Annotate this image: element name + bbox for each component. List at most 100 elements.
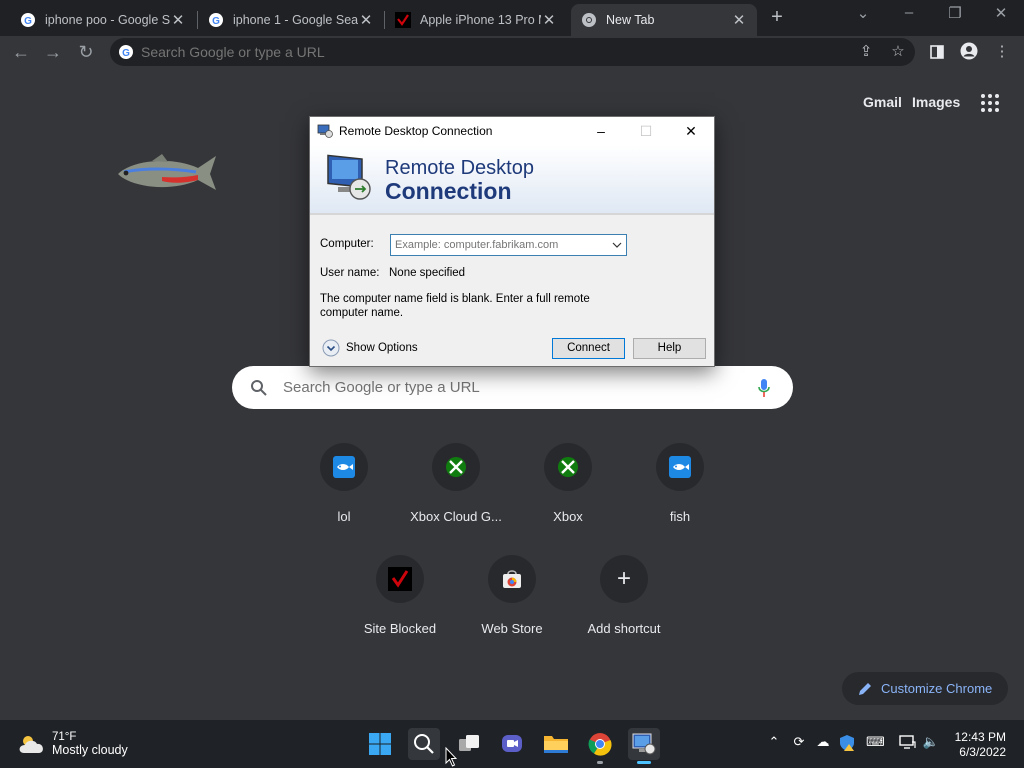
reload-icon[interactable]: ↻ [75,41,97,63]
display-icon[interactable] [898,734,916,752]
clock-date: 6/3/2022 [959,745,1006,759]
minimize-icon[interactable]: – [897,4,921,21]
shortcut-tile[interactable]: Xbox Cloud G... [400,443,512,543]
google-icon: G [118,44,134,60]
task-view-icon [459,735,479,751]
shortcut-tile[interactable]: Site Blocked [344,555,456,655]
remote-desktop-icon [317,124,333,138]
connect-button[interactable]: Connect [552,338,625,359]
tab-iphone-poo[interactable]: G iphone poo - Google Search ✕ [10,4,196,36]
computer-combobox[interactable] [390,234,627,256]
security-shield-icon[interactable] [838,734,856,752]
search-icon [251,379,267,396]
computer-label: Computer: [320,238,374,250]
remote-desktop-icon [632,733,656,755]
task-view-button[interactable] [453,728,485,760]
tab-strip: G iphone poo - Google Search ✕ G iphone … [0,0,1024,36]
tab-close-icon[interactable]: ✕ [170,11,186,29]
shortcut-tile[interactable]: Xbox [512,443,624,543]
shortcut-icon-circle: + [600,555,648,603]
tab-title: Apple iPhone 13 Pro Max [420,13,541,27]
verizon-icon [395,12,411,28]
search-icon [414,734,434,754]
volume-icon[interactable]: 🔈 [922,734,940,752]
google-icon: G [20,12,36,28]
taskbar-search-button[interactable] [408,728,440,760]
keyboard-icon[interactable]: ⌨ [866,734,885,752]
chevron-down-icon[interactable] [612,239,622,251]
dialog-close-icon[interactable]: ✕ [668,117,714,145]
web-store-icon [503,570,521,588]
new-tab-plus-icon[interactable]: + [766,6,788,28]
shortcut-tile[interactable]: fish [624,443,736,543]
chrome-icon [588,733,612,756]
tab-close-icon[interactable]: ✕ [731,11,747,29]
dialog-minimize-icon[interactable]: – [578,117,624,145]
customize-chrome-label: Customize Chrome [881,681,993,696]
omnibox-input[interactable] [141,44,741,60]
ntp-search-box[interactable] [232,366,793,409]
profile-icon[interactable] [959,42,979,62]
back-arrow-icon[interactable]: ← [10,41,32,63]
verizon-icon [388,567,412,591]
shortcut-tile[interactable]: lol [288,443,400,543]
tab-close-icon[interactable]: ✕ [541,11,557,29]
pencil-icon [859,682,871,695]
username-label: User name: [320,267,380,279]
teams-chat-button[interactable] [496,728,528,760]
menu-kebab-icon[interactable]: ⋮ [992,42,1012,62]
bookmark-star-icon[interactable]: ☆ [888,42,908,62]
close-window-icon[interactable]: ✕ [989,4,1013,22]
shortcut-icon-circle [488,555,536,603]
tab-iphone-1[interactable]: G iphone 1 - Google Search ✕ [198,4,384,36]
system-clock[interactable]: 12:43 PM 6/3/2022 [948,730,1006,760]
shortcut-tile[interactable]: Web Store [456,555,568,655]
windows-logo-icon [369,733,391,755]
show-options-toggle[interactable]: Show Options [322,339,418,357]
shortcut-icon-circle [544,443,592,491]
tab-close-icon[interactable]: ✕ [358,11,374,29]
gmail-link[interactable]: Gmail [863,94,902,110]
weather-temperature: 71°F [52,731,77,743]
remote-desktop-logo-icon [327,154,371,200]
onedrive-icon[interactable]: ☁ [814,734,832,752]
windows-taskbar: 71°F Mostly cloudy ⌃ ⟳ ☁ ⌨ 🔈 12:43 PM 6/… [0,720,1024,768]
remote-desktop-taskbar-button[interactable] [628,728,660,764]
file-explorer-button[interactable] [540,728,572,760]
weather-description: Mostly cloudy [52,743,128,757]
xbox-icon [446,457,466,477]
omnibox[interactable]: G [110,38,915,66]
start-button[interactable] [364,728,396,760]
svg-text:G: G [24,16,32,27]
show-options-label: Show Options [346,342,418,354]
tab-search-chevron-icon[interactable]: ⌄ [851,4,875,22]
svg-text:G: G [122,48,130,59]
tab-apple-iphone[interactable]: Apple iPhone 13 Pro Max ✕ [385,4,567,36]
share-icon[interactable]: ⇪ [856,42,876,62]
computer-input[interactable] [395,239,605,251]
add-shortcut-tile[interactable]: + Add shortcut [568,555,680,655]
chrome-taskbar-button[interactable] [584,728,616,764]
show-hidden-icons-chevron-icon[interactable]: ⌃ [765,734,783,752]
weather-widget[interactable]: 71°F Mostly cloudy [18,731,128,757]
tab-new-tab[interactable]: New Tab ✕ [571,4,757,36]
banner-line-2: Connection [385,178,512,204]
side-panel-icon[interactable] [927,42,947,62]
sync-icon[interactable]: ⟳ [790,734,808,752]
svg-text:G: G [212,16,220,27]
forward-arrow-icon[interactable]: → [42,41,64,63]
customize-chrome-button[interactable]: Customize Chrome [842,672,1008,705]
google-icon: G [208,12,224,28]
ntp-search-input[interactable] [283,379,723,396]
google-apps-grid-icon[interactable] [981,94,999,112]
shortcut-label: Xbox [553,509,583,524]
chrome-icon [581,12,597,28]
fish-game-icon [333,456,355,478]
shortcut-label: Site Blocked [363,621,437,636]
restore-icon[interactable]: ❐ [943,4,967,22]
microphone-icon[interactable] [757,378,771,398]
help-button[interactable]: Help [633,338,706,359]
tab-title: iphone 1 - Google Search [233,13,358,27]
shortcut-label: Xbox Cloud G... [410,509,502,524]
images-link[interactable]: Images [912,94,960,110]
